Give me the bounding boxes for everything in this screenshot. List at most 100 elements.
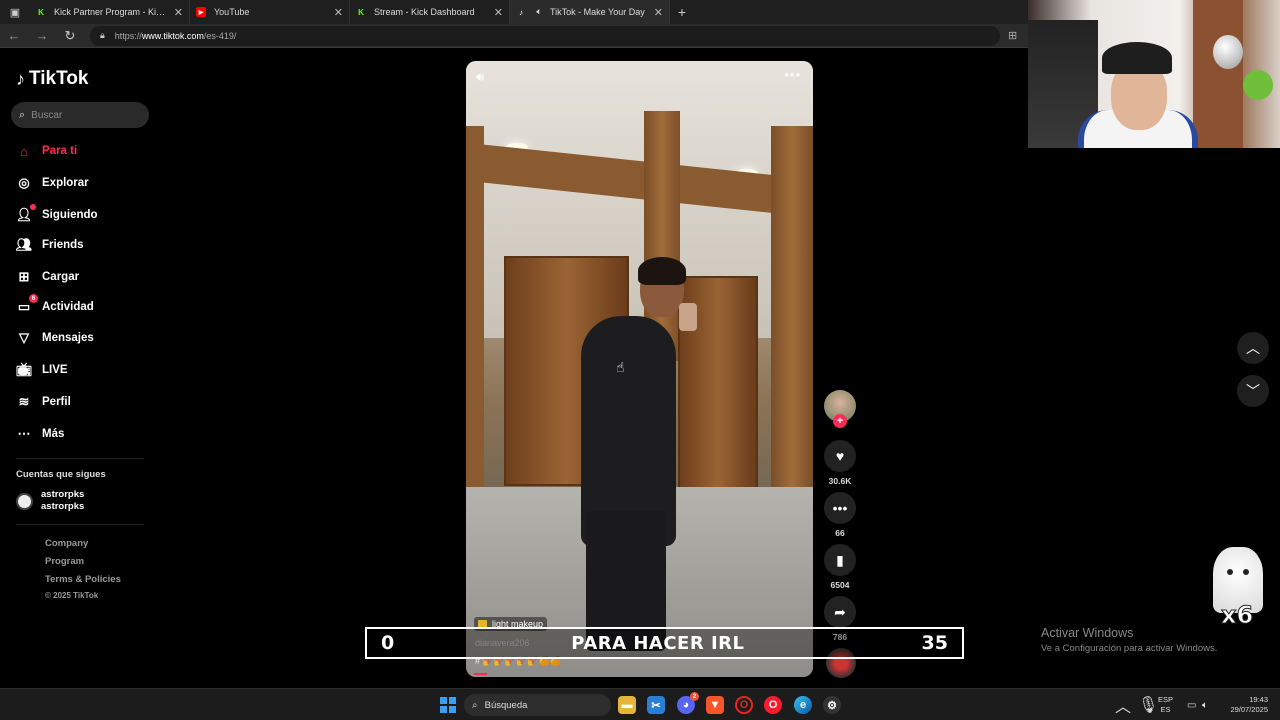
capcut-icon[interactable]: ✂: [647, 696, 665, 714]
avatar: [16, 492, 33, 510]
webcam-cap: [1102, 42, 1172, 74]
upload-icon: ⊞: [18, 269, 30, 284]
account-handle: astrorpks: [41, 501, 85, 512]
comment-count: 66: [835, 528, 845, 538]
heart-icon: ♥: [835, 448, 845, 464]
edge-icon[interactable]: e: [794, 696, 812, 714]
browser-toolbar: ← → ↻ 🔒︎ https://www.tiktok.com/es-419/ …: [0, 24, 1028, 48]
nav-label: Cargar: [42, 271, 80, 283]
activity-badge: 6: [29, 294, 38, 303]
app-settings-icon[interactable]: ⚙: [823, 696, 841, 714]
tab-actions-icon[interactable]: ▣: [0, 0, 30, 24]
clock-date: 29/07/2025: [1230, 705, 1268, 714]
browser-tab-bar: ▣ K Kick Partner Program - Kick Dash ✕ ▶…: [0, 0, 1028, 24]
nav-label: Más: [42, 428, 65, 440]
nav-label: LIVE: [42, 364, 68, 376]
network-icon[interactable]: ▭: [1187, 689, 1196, 720]
like-count: 30.6K: [828, 476, 852, 486]
search-input[interactable]: ⌕ Buscar: [11, 102, 149, 128]
reload-icon[interactable]: ↻: [56, 28, 84, 44]
hand-cursor-icon: ☝︎: [616, 359, 625, 375]
footer-link-company[interactable]: Company: [45, 538, 88, 549]
previous-video-button[interactable]: ︿: [1237, 332, 1269, 364]
share-button[interactable]: ➦: [824, 596, 856, 628]
nav-cargar[interactable]: ⊞ Cargar: [16, 269, 80, 285]
opera-icon[interactable]: O: [764, 696, 782, 714]
tiktok-icon: ♪: [519, 7, 523, 17]
tab-tiktok[interactable]: ♪ 🔈︎ TikTok - Make Your Day ✕: [510, 0, 670, 24]
new-tab-button[interactable]: +: [670, 4, 694, 20]
nav-para-ti[interactable]: ⌂ Para ti: [16, 143, 77, 159]
volume-icon[interactable]: 🔊︎: [476, 69, 484, 85]
tab-kick-stream[interactable]: K Stream - Kick Dashboard ✕: [350, 0, 510, 24]
sidebar: ♪ TikTok ⌕ Buscar ⌂ Para ti ◎ Explorar 👤…: [0, 48, 165, 688]
discord-badge: 2: [690, 692, 699, 701]
stream-goal-banner: 0 PARA HACER IRL 35: [365, 627, 964, 659]
tab-youtube[interactable]: ▶ YouTube ✕: [190, 0, 350, 24]
taskbar-search[interactable]: ⌕ Búsqueda: [464, 694, 611, 716]
nav-friends[interactable]: 👥︎ Friends: [16, 237, 84, 253]
goal-message: PARA HACER IRL: [571, 632, 745, 654]
nav-siguiendo[interactable]: 👤︎ Siguiendo: [16, 204, 98, 223]
chevron-up-icon: ︿: [1246, 340, 1260, 356]
kick-icon: K: [358, 7, 364, 17]
video-player[interactable]: 🔊︎ ••• ☝︎ light makeup dianavera206 # 💅💅…: [466, 61, 813, 677]
brave-icon[interactable]: ▼: [706, 696, 724, 714]
follow-plus-icon[interactable]: +: [833, 414, 847, 428]
more-options-icon[interactable]: •••: [784, 67, 801, 82]
speaker-icon[interactable]: 🔈︎: [534, 7, 544, 17]
nav-label: Para ti: [42, 145, 78, 157]
url-path: /es-419/: [203, 30, 237, 41]
footer-link-program[interactable]: Program: [45, 556, 84, 567]
comment-button[interactable]: •••: [824, 492, 856, 524]
share-icon: ➦: [834, 603, 846, 620]
split-screen-icon[interactable]: ⊞: [1008, 29, 1017, 42]
video-person-hair: [638, 257, 686, 285]
save-button[interactable]: ▮: [824, 544, 856, 576]
tab-title: Stream - Kick Dashboard: [374, 7, 475, 17]
following-account[interactable]: astrorpks astrorpks: [16, 489, 84, 513]
copyright: © 2025 TikTok: [45, 591, 99, 600]
video-progress-bar[interactable]: [474, 673, 487, 675]
close-icon[interactable]: ✕: [654, 6, 663, 19]
nav-mensajes[interactable]: ▽ Mensajes: [16, 330, 94, 346]
search-placeholder: Buscar: [31, 109, 63, 121]
volume-icon[interactable]: 🔈︎: [1202, 689, 1208, 720]
more-icon: ⋯: [17, 426, 31, 441]
nav-label: Friends: [42, 239, 84, 251]
account-name: astrorpks: [41, 489, 85, 500]
windows-start-icon[interactable]: [440, 697, 456, 713]
close-icon[interactable]: ✕: [494, 6, 503, 19]
microphone-icon[interactable]: 🎙︎: [1138, 689, 1158, 720]
nav-live[interactable]: 📺︎ LIVE: [16, 362, 68, 378]
activity-icon: ▭ 6: [16, 294, 38, 315]
tiktok-logo[interactable]: ♪ TikTok: [16, 68, 88, 90]
nav-perfil[interactable]: ≋ Perfil: [16, 394, 71, 410]
close-icon[interactable]: ✕: [334, 6, 343, 19]
notification-dot: [30, 204, 36, 210]
close-icon[interactable]: ✕: [174, 6, 183, 19]
nav-label: Explorar: [42, 177, 89, 189]
show-hidden-icons[interactable]: ︿: [1115, 689, 1131, 720]
tab-title: Kick Partner Program - Kick Dash: [54, 7, 168, 17]
nav-mas[interactable]: ⋯ Más: [16, 426, 65, 442]
discord-icon[interactable]: ◕ 2: [677, 692, 699, 714]
nav-actividad[interactable]: ▭ 6 Actividad: [16, 294, 94, 315]
back-icon[interactable]: ←: [0, 28, 28, 43]
taskbar-search-label: Búsqueda: [484, 699, 528, 711]
opera-gx-icon[interactable]: O: [735, 696, 753, 714]
divider: [16, 524, 144, 525]
next-video-button[interactable]: ﹀: [1237, 375, 1269, 407]
compass-icon: ◎: [18, 175, 30, 190]
file-explorer-icon[interactable]: ▬: [618, 696, 636, 714]
address-bar[interactable]: 🔒︎ https://www.tiktok.com/es-419/: [90, 25, 1000, 46]
language-indicator[interactable]: ESP ES: [1158, 695, 1173, 715]
like-button[interactable]: ♥: [824, 440, 856, 472]
system-clock[interactable]: 19:43 29/07/2025: [1222, 695, 1268, 715]
lock-icon: 🔒︎: [100, 30, 105, 40]
comment-icon: •••: [832, 500, 848, 516]
nav-explorar[interactable]: ◎ Explorar: [16, 175, 89, 191]
footer-link-terms[interactable]: Terms & Policies: [45, 574, 121, 585]
tab-kick-partner[interactable]: K Kick Partner Program - Kick Dash ✕: [30, 0, 190, 24]
forward-icon[interactable]: →: [28, 28, 56, 43]
